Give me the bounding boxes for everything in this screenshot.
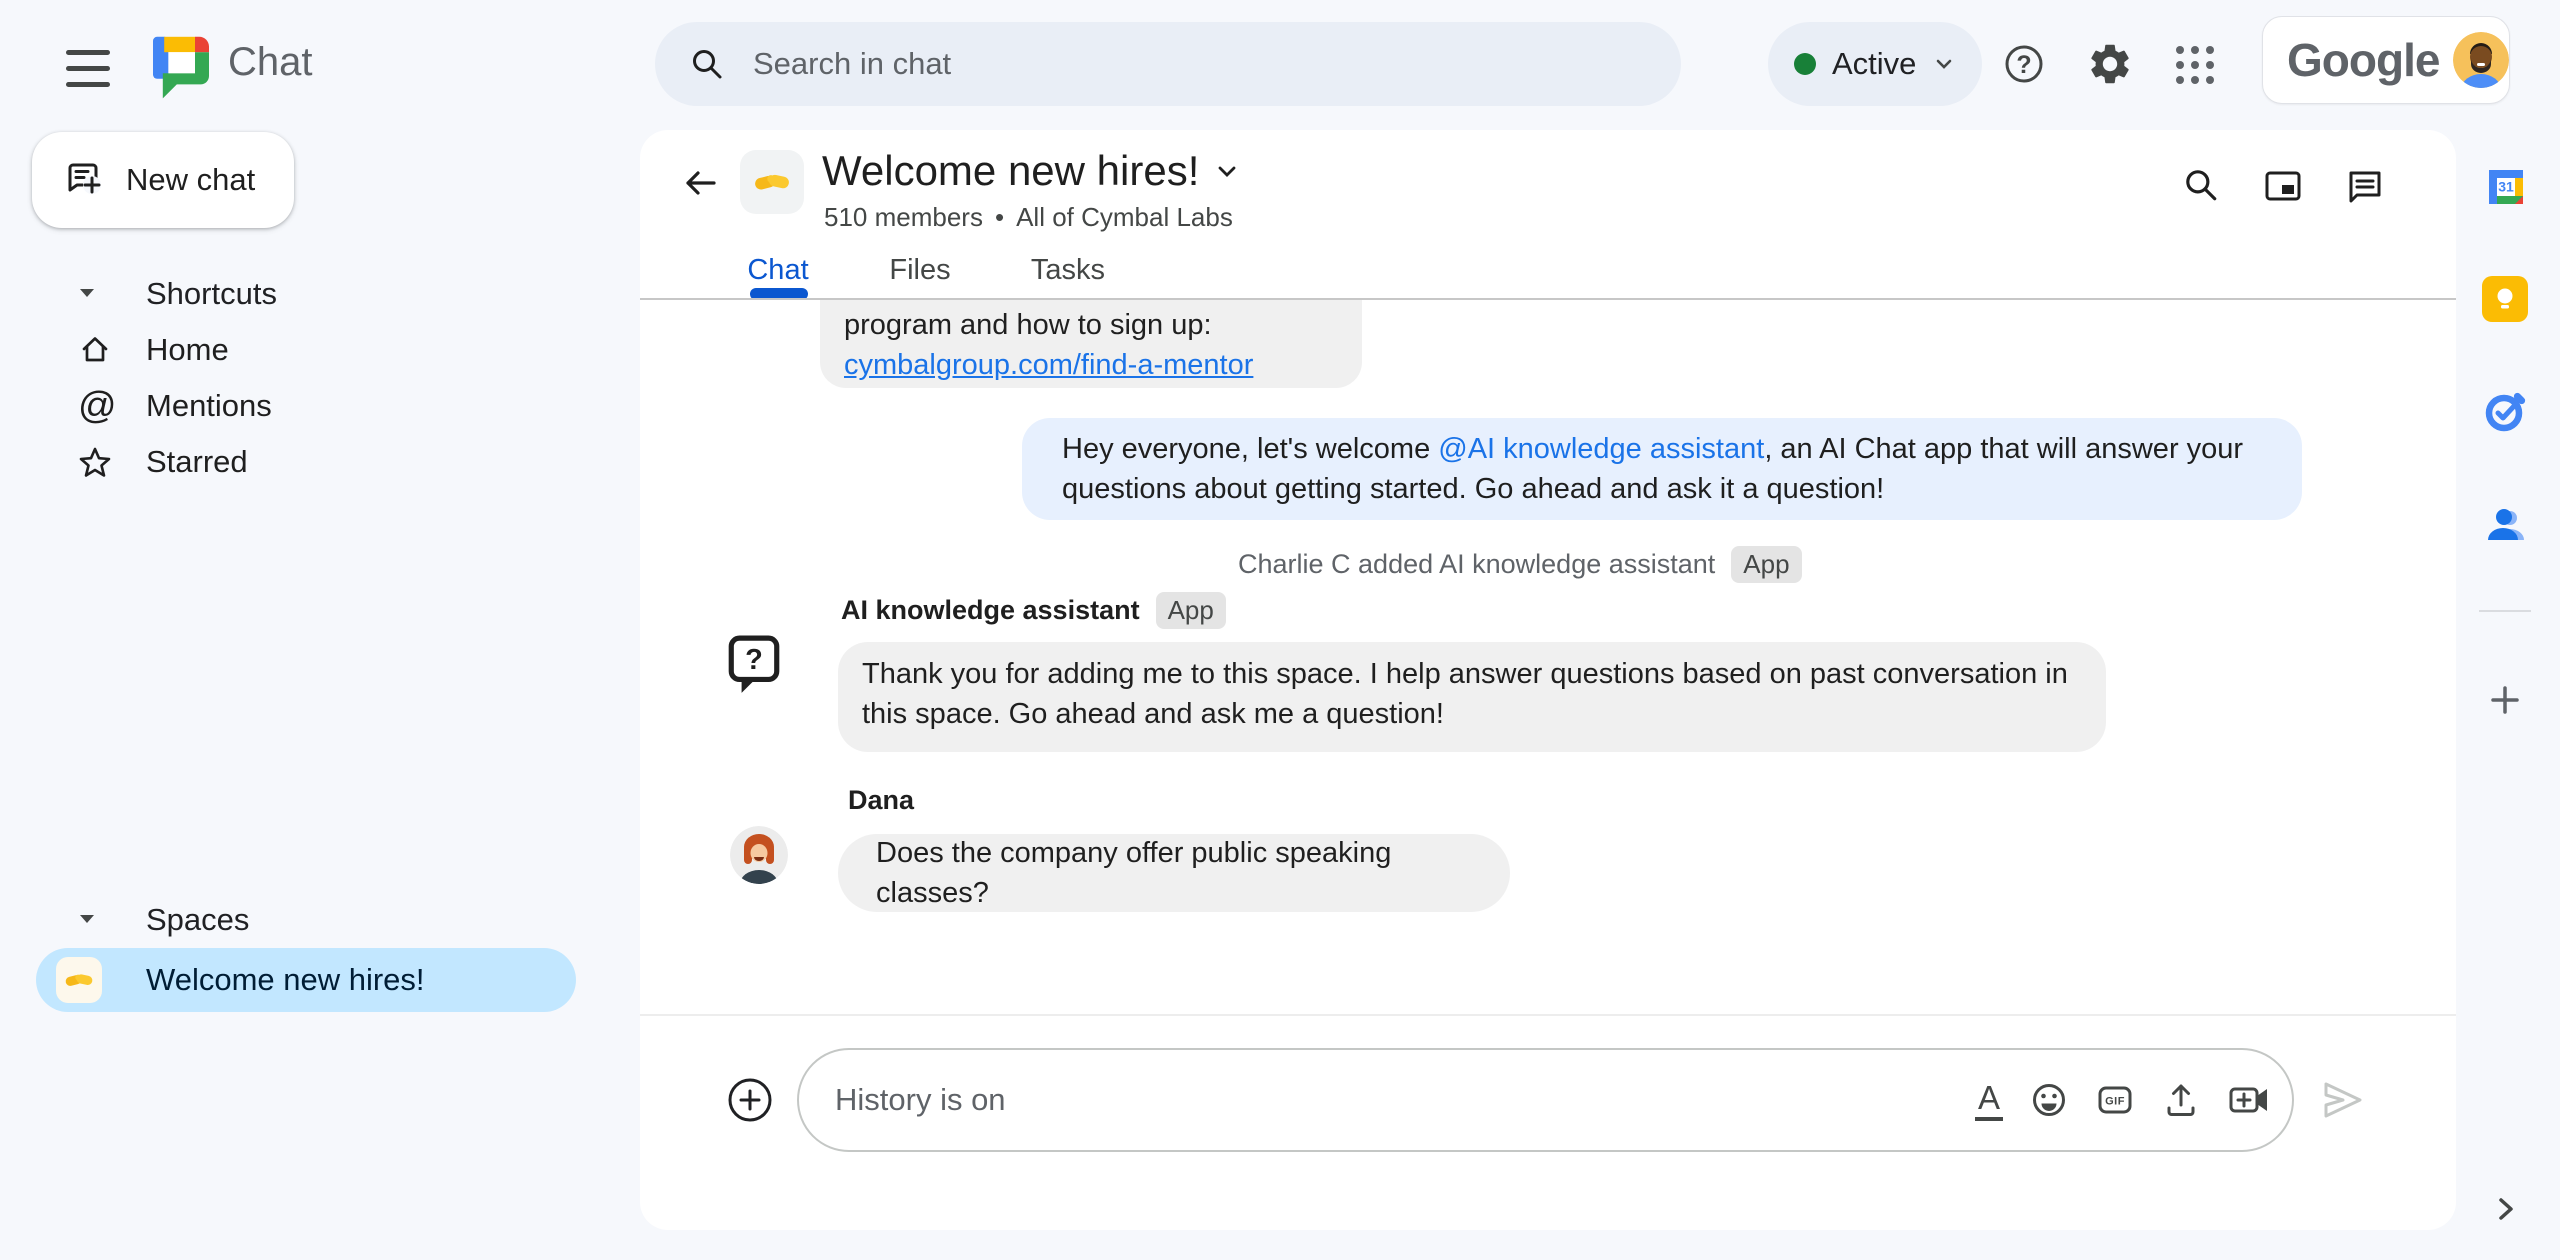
calendar-icon[interactable]: 31 (2481, 164, 2529, 212)
svg-text:31: 31 (2498, 179, 2514, 195)
shortcuts-collapse-icon[interactable] (78, 286, 96, 300)
video-icon[interactable] (2227, 1078, 2271, 1122)
org-name: All of Cymbal Labs (1016, 202, 1233, 232)
svg-text:?: ? (2016, 51, 2031, 79)
message-bubble-announcement: Hey everyone, let's welcome @AI knowledg… (1022, 418, 2302, 520)
space-item-label: Welcome new hires! (146, 962, 425, 997)
gif-icon[interactable]: GIF (2095, 1080, 2135, 1120)
tasks-icon[interactable] (2482, 389, 2528, 435)
page-title: Welcome new hires! (822, 147, 1200, 194)
sidebar-item-label: Starred (146, 444, 248, 479)
tab-chat[interactable]: Chat (747, 254, 808, 287)
hamburger-bar (66, 66, 110, 71)
chevron-down-icon (1213, 157, 1241, 185)
starred-icon (78, 445, 112, 479)
mention-link[interactable]: @AI knowledge assistant (1438, 433, 1764, 465)
pip-icon[interactable] (2264, 170, 2302, 202)
system-event-text: Charlie C added AI knowledge assistant (1238, 548, 1716, 579)
message-bubble-bot: Thank you for adding me to this space. I… (838, 642, 2106, 752)
space-header-avatar (740, 150, 804, 214)
composer-toolbar: A GIF (1975, 1078, 2271, 1122)
handshake-icon (65, 974, 93, 986)
upload-icon[interactable] (2161, 1080, 2201, 1120)
sidebar-item-space-welcome-new-hires[interactable]: Welcome new hires! (36, 948, 576, 1012)
search-input[interactable] (751, 45, 1555, 83)
back-arrow-icon[interactable] (680, 163, 720, 203)
sidebar-item-mentions[interactable]: @ Mentions (60, 378, 540, 434)
sidebar-item-label: Home (146, 332, 229, 367)
apps-grid-icon[interactable] (2176, 46, 2214, 84)
app-badge: App (1731, 545, 1802, 583)
mentions-icon: @ (78, 385, 117, 427)
keep-icon[interactable] (2482, 276, 2528, 322)
spaces-header[interactable]: Spaces (146, 902, 249, 938)
settings-gear-icon[interactable] (2086, 40, 2134, 88)
app-badge: App (1155, 591, 1226, 629)
spaces-collapse-icon[interactable] (78, 912, 96, 926)
avatar[interactable] (2453, 32, 2509, 88)
chevron-right-icon[interactable] (2490, 1194, 2520, 1224)
message-bubble-clipped: program and how to sign up: cymbalgroup.… (820, 300, 1362, 388)
divider (640, 1014, 2456, 1016)
search-in-space-icon[interactable] (2182, 166, 2220, 204)
member-count: 510 members (824, 202, 983, 232)
space-subtitle: 510 members • All of Cymbal Labs (824, 202, 1233, 233)
sender-name: Dana (848, 784, 915, 815)
message-bubble-user: Does the company offer public speaking c… (838, 834, 1510, 912)
message-text: Hey everyone, let's welcome (1062, 433, 1439, 465)
sidebar-item-label: Mentions (146, 388, 272, 423)
home-icon (78, 333, 112, 367)
new-chat-button[interactable]: New chat (32, 132, 294, 228)
hamburger-bar (66, 50, 110, 55)
message-input[interactable] (833, 1081, 1917, 1119)
shortcuts-header[interactable]: Shortcuts (146, 276, 277, 312)
thread-icon[interactable] (2346, 168, 2384, 206)
tab-files[interactable]: Files (889, 254, 950, 287)
sender-row: AI knowledge assistant App (841, 590, 1226, 630)
hamburger-menu-icon[interactable] (66, 50, 110, 87)
new-chat-label: New chat (126, 162, 256, 197)
space-avatar (56, 957, 102, 1003)
space-title-menu[interactable]: Welcome new hires! (822, 144, 1241, 198)
add-app-plus-icon[interactable] (2487, 682, 2523, 718)
search-icon (689, 46, 725, 82)
send-icon[interactable] (2321, 1078, 2365, 1122)
bot-avatar[interactable]: ? (727, 634, 781, 696)
message-text: program and how to sign up: (844, 309, 1212, 341)
account-switcher[interactable]: Google (2262, 16, 2510, 104)
system-event: Charlie C added AI knowledge assistant A… (1238, 542, 1802, 586)
sidebar-item-home[interactable]: Home (60, 322, 540, 378)
chat-panel: Welcome new hires! 510 members • All of … (640, 130, 2456, 1230)
tab-tasks[interactable]: Tasks (1031, 254, 1105, 287)
status-dot (1794, 53, 1816, 75)
chevron-down-icon (1932, 52, 1956, 76)
sidebar-item-starred[interactable]: Starred (60, 434, 540, 490)
sender-row: Dana (848, 780, 914, 820)
new-chat-icon (64, 160, 104, 200)
message-text: Does the company offer public speaking c… (876, 837, 1392, 909)
svg-text:?: ? (745, 644, 763, 676)
divider (2479, 610, 2531, 612)
status-label: Active (1832, 46, 1917, 81)
google-logo: Google (2287, 34, 2440, 86)
plus-circle-icon[interactable] (726, 1076, 774, 1124)
chat-logo (150, 34, 212, 104)
message-text: Thank you for adding me to this space. I… (862, 658, 2068, 730)
dot-separator: • (994, 202, 1005, 232)
handshake-icon (755, 174, 789, 190)
user-avatar[interactable] (730, 826, 788, 884)
status-selector[interactable]: Active (1768, 22, 1983, 106)
contacts-icon[interactable] (2483, 502, 2527, 546)
google-chat-app: Chat Active ? (0, 0, 2560, 1260)
svg-text:GIF: GIF (2105, 1096, 2125, 1108)
emoji-icon[interactable] (2029, 1080, 2069, 1120)
sender-name: AI knowledge assistant (841, 594, 1140, 625)
search-bar[interactable] (655, 22, 1681, 106)
help-icon[interactable]: ? (2000, 40, 2048, 88)
app-name: Chat (228, 40, 313, 84)
question-bubble-icon: ? (728, 635, 780, 693)
format-icon[interactable]: A (1975, 1079, 2004, 1121)
message-link[interactable]: cymbalgroup.com/find-a-mentor (844, 349, 1253, 381)
hamburger-bar (66, 82, 110, 87)
